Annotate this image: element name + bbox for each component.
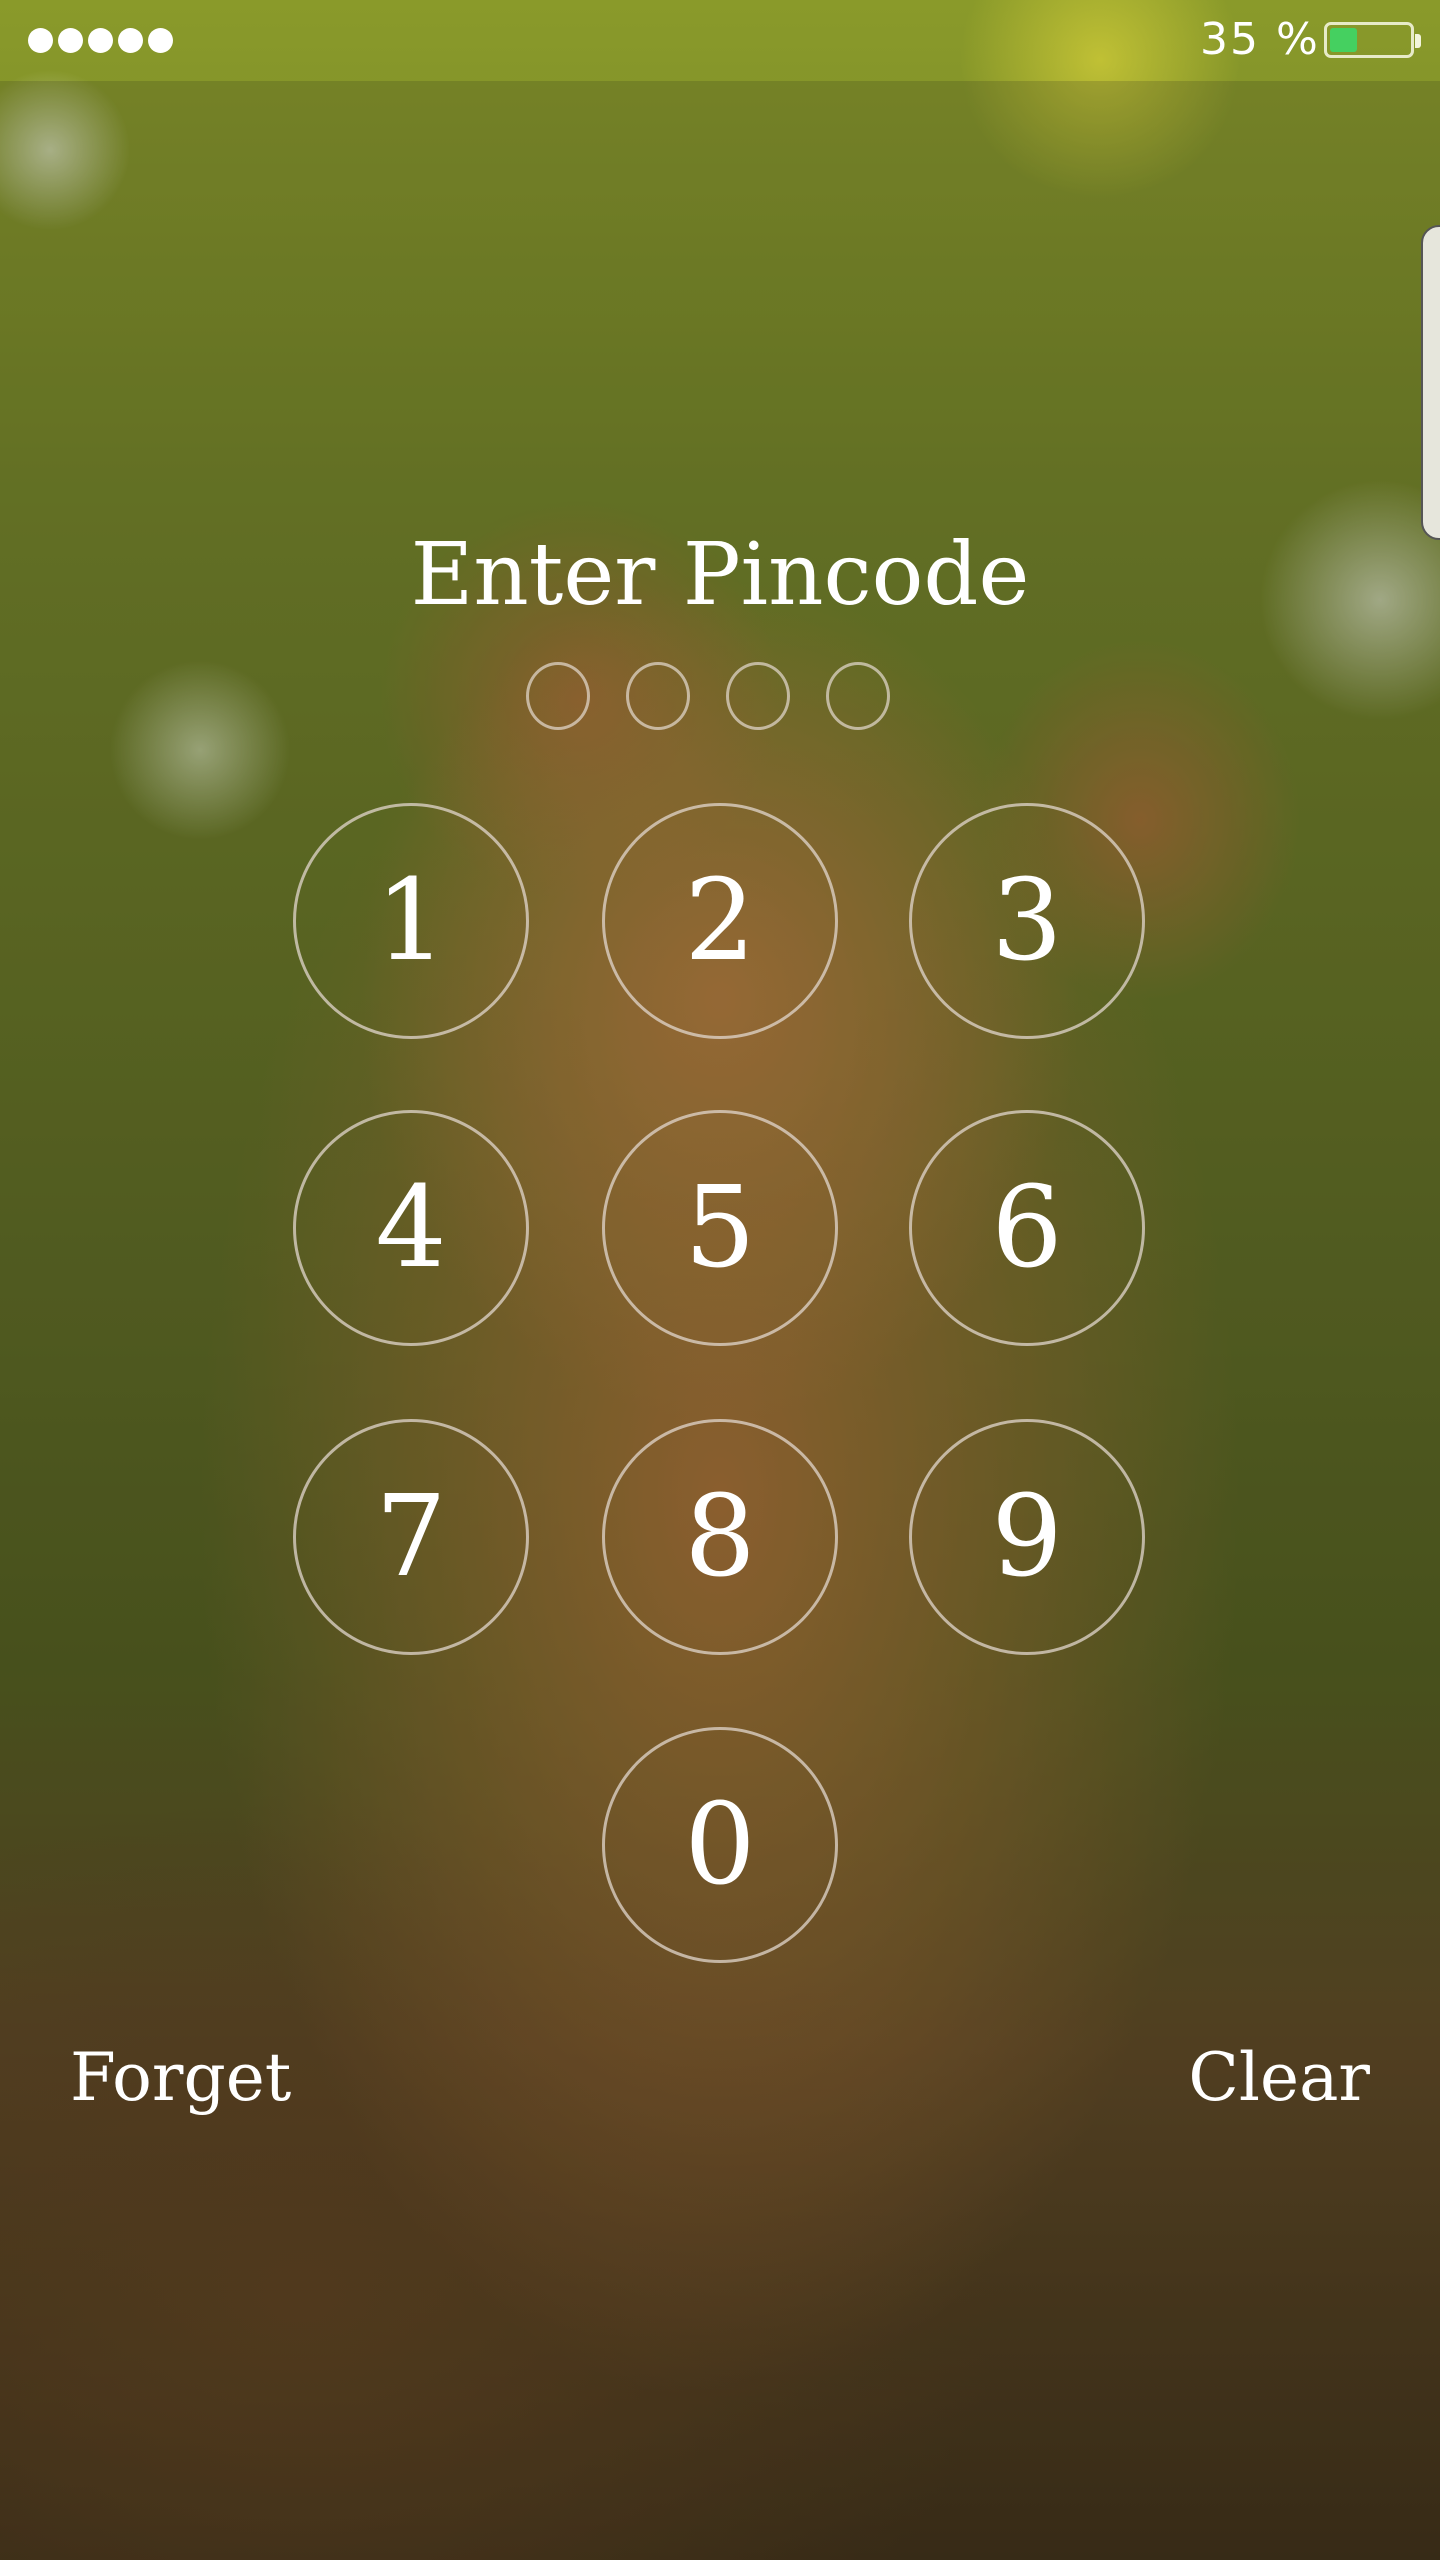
key-7[interactable]: 7 xyxy=(293,1419,529,1655)
signal-strength-icon xyxy=(28,28,173,53)
key-2[interactable]: 2 xyxy=(602,803,838,1039)
key-4[interactable]: 4 xyxy=(293,1110,529,1346)
key-5[interactable]: 5 xyxy=(602,1110,838,1346)
key-8[interactable]: 8 xyxy=(602,1419,838,1655)
battery-fill xyxy=(1330,28,1358,52)
clear-button[interactable]: Clear xyxy=(1188,2038,1370,2118)
pin-dot xyxy=(826,662,890,730)
status-bar: 35 % xyxy=(0,0,1440,81)
key-1[interactable]: 1 xyxy=(293,803,529,1039)
pin-dot xyxy=(726,662,790,730)
pin-dot xyxy=(526,662,590,730)
key-6[interactable]: 6 xyxy=(909,1110,1145,1346)
pin-indicator xyxy=(526,662,890,730)
key-9[interactable]: 9 xyxy=(909,1419,1145,1655)
page-title: Enter Pincode xyxy=(410,525,1030,625)
forget-button[interactable]: Forget xyxy=(70,2038,291,2118)
battery-icon xyxy=(1324,22,1421,58)
key-0[interactable]: 0 xyxy=(602,1727,838,1963)
battery-percent: 35 % xyxy=(1200,14,1320,65)
pin-dot xyxy=(626,662,690,730)
key-3[interactable]: 3 xyxy=(909,803,1145,1039)
edge-panel-handle[interactable] xyxy=(1421,225,1440,540)
